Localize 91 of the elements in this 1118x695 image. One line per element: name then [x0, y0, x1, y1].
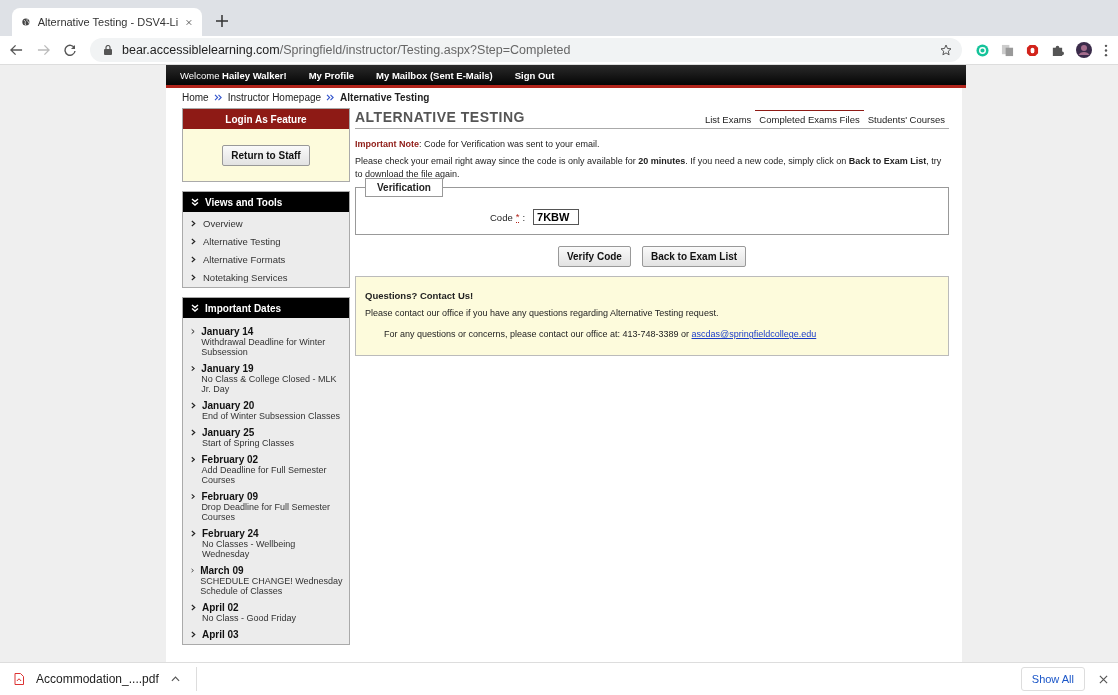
pdf-file-icon	[14, 673, 24, 685]
nav-link[interactable]: My Mailbox (Sent E-Mails)	[376, 69, 493, 81]
collapse-icon[interactable]	[191, 198, 199, 206]
globe-icon	[22, 16, 30, 28]
sidebar-link[interactable]: Alternative Testing	[203, 236, 281, 247]
collapse-icon[interactable]	[191, 304, 199, 312]
chevron-icon	[191, 429, 196, 436]
close-icon[interactable]	[1099, 674, 1108, 684]
panel-title: Views and Tools	[205, 196, 283, 208]
puzzle-icon[interactable]	[1051, 43, 1064, 57]
date-label: February 02	[201, 454, 259, 465]
nav-link[interactable]: Sign Out	[514, 69, 555, 81]
date-label: January 14	[201, 326, 254, 337]
avatar-icon[interactable]	[1076, 42, 1092, 58]
address-bar[interactable]: bear.accessiblelearning.com/Springfield/instructor/Testing.aspx?Step=Completed	[90, 38, 962, 62]
tab[interactable]: List Exams	[700, 110, 756, 128]
download-item[interactable]: Accommodation_....pdf	[14, 667, 197, 691]
reload-icon[interactable]	[64, 44, 76, 56]
extension-icon[interactable]	[1026, 43, 1039, 57]
show-all-button[interactable]: Show All	[1020, 667, 1085, 691]
back-icon[interactable]	[10, 44, 23, 56]
return-button[interactable]: Return to Staff	[222, 144, 310, 166]
chevron-icon	[191, 456, 196, 463]
label-colon: :	[522, 211, 526, 223]
date-label: February 09	[201, 491, 260, 502]
star-icon[interactable]	[940, 44, 952, 56]
tab[interactable]: Completed Exams Files	[755, 110, 864, 128]
date-label: April 02	[202, 602, 240, 613]
tab-title: Alternative Testing - DSV4-Li	[37, 16, 179, 28]
lock-icon	[104, 45, 112, 55]
menu-icon[interactable]	[1104, 43, 1108, 57]
browser-tab[interactable]: Alternative Testing - DSV4-Li	[12, 8, 202, 36]
instructions-text: Please check your email right away since the code is only available for 20 minutes. If you need a new code, simply click on Back to Exam List, try to download the file again.	[355, 155, 943, 181]
chevron-icon	[191, 238, 196, 245]
welcome-text: Welcome Hailey Walker!	[180, 69, 287, 81]
sidebar-link[interactable]: Overview	[203, 218, 243, 229]
date-label: March 09	[200, 565, 245, 576]
date-label: February 24	[202, 528, 259, 539]
date-description: SCHEDULE CHANGE! Wednesday Schedule of Classes	[200, 576, 344, 596]
nav-link[interactable]: My Profile	[308, 69, 355, 81]
contact-text: Please contact our office if you have any questions regarding Alternative Testing request.	[365, 308, 720, 318]
form-button[interactable]: Back to Exam List	[641, 246, 747, 267]
chevron-icon	[191, 365, 196, 372]
date-label: April 03	[202, 629, 239, 640]
chevron-icon	[191, 493, 196, 500]
close-icon[interactable]	[186, 17, 192, 27]
required-mark: *	[515, 211, 520, 223]
page-title: ALTERNATIVE TESTING	[355, 109, 525, 125]
chevron-icon	[191, 604, 196, 611]
chevrons-icon	[326, 94, 336, 101]
url-text: bear.accessiblelearning.com/Springfield/instructor/Testing.aspx?Step=Completed	[122, 43, 572, 57]
date-label: January 25	[202, 427, 255, 438]
chevron-icon	[191, 530, 196, 537]
contact-line: For any questions or concerns, please contact our office at: 413-748-3389 or ascdas@springfieldcollege.edu	[384, 329, 818, 339]
date-description: End of Winter Subsession Classes	[202, 411, 342, 421]
chevron-icon	[191, 328, 196, 335]
chevron-icon	[191, 402, 196, 409]
fieldset-legend: Verification	[365, 178, 443, 197]
chevron-icon	[191, 631, 196, 638]
file-name: Accommodation_....pdf	[36, 672, 159, 686]
form-button[interactable]: Verify Code	[557, 246, 631, 267]
code-input[interactable]: 7KBW	[533, 209, 580, 225]
date-description: Start of Spring Classes	[202, 438, 296, 448]
date-description: Add Deadline for Full Semester Courses	[201, 465, 328, 485]
date-description: No Class & College Closed - MLK Jr. Day	[201, 374, 338, 394]
date-description: Drop Deadline for Full Semester Courses	[201, 502, 331, 522]
breadcrumb-link[interactable]: Instructor Homepage	[227, 92, 322, 103]
date-label: January 19	[201, 363, 254, 374]
date-description: No Classes - Wellbeing Wednesday	[202, 539, 297, 559]
chevron-icon	[191, 567, 195, 574]
panel-title: Important Dates	[205, 302, 282, 314]
sidebar-link[interactable]: Notetaking Services	[203, 272, 288, 283]
chevron-icon	[191, 220, 196, 227]
date-description: Withdrawal Deadline for Winter Subsession	[201, 337, 327, 357]
date-label: January 20	[202, 400, 255, 411]
sidebar-link[interactable]: Alternative Formats	[203, 254, 286, 265]
extension-icon[interactable]	[1001, 43, 1014, 57]
chevrons-icon	[213, 94, 223, 101]
field-label: Code	[490, 211, 513, 223]
chevron-icon	[191, 256, 196, 263]
email-link[interactable]: ascdas@springfieldcollege.edu	[691, 329, 817, 339]
current-page-label: Alternative Testing	[340, 92, 430, 103]
contact-title: Questions? Contact Us!	[365, 290, 475, 301]
important-note: Important Note: Code for Verification was sent to your email.	[355, 139, 601, 149]
new-tab-icon[interactable]	[216, 15, 228, 27]
caret-up-icon[interactable]	[170, 676, 180, 682]
panel-header: Login As Feature	[183, 109, 349, 129]
tab[interactable]: Students' Courses	[863, 110, 949, 128]
chevron-icon	[191, 274, 196, 281]
date-description: No Class - Good Friday	[202, 613, 298, 623]
breadcrumb-link[interactable]: Home	[182, 92, 209, 103]
